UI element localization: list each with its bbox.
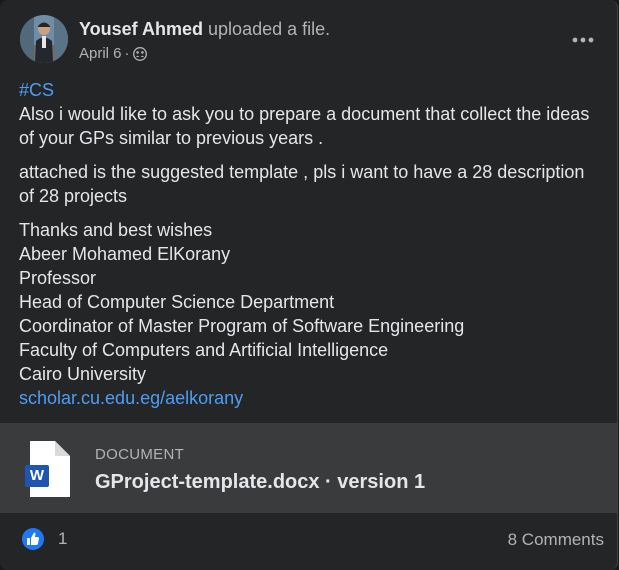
signature-line: Head of Computer Science Department — [19, 292, 335, 312]
word-icon-letter: W — [29, 467, 45, 484]
signature-line: Coordinator of Master Program of Softwar… — [19, 316, 465, 336]
post-footer: 1 8 Comments — [0, 513, 617, 570]
reactions-summary[interactable]: 1 — [22, 528, 67, 550]
hashtag-link[interactable]: #CS — [19, 78, 601, 102]
signature-block: Thanks and best wishes Abeer Mohamed ElK… — [19, 218, 601, 410]
post-action: uploaded a file. — [208, 19, 331, 39]
post-meta: April 6 · — [79, 44, 147, 64]
signature-line: Faculty of Computers and Artificial Inte… — [19, 340, 389, 360]
signature-line: Cairo University — [19, 364, 147, 384]
signature-line: Abeer Mohamed ElKorany — [19, 244, 231, 264]
post-header: Yousef Ahmed uploaded a file. April 6 · — [20, 15, 601, 67]
avatar-photo — [20, 15, 68, 63]
meta-separator: · — [124, 45, 130, 62]
post-date[interactable]: April 6 — [79, 44, 122, 64]
signature-line: Thanks and best wishes — [19, 220, 213, 240]
document-attachment[interactable]: W DOCUMENT GProject-template.docx · vers… — [0, 423, 617, 513]
like-icon — [22, 528, 44, 550]
signature-line: Professor — [19, 268, 97, 288]
post-card: Yousef Ahmed uploaded a file. April 6 · — [0, 0, 618, 570]
post-paragraph: Also i would like to ask you to prepare … — [19, 104, 590, 148]
post-paragraph: attached is the suggested template , pls… — [19, 162, 585, 206]
comments-count-link[interactable]: 8 Comments — [508, 529, 604, 551]
avatar[interactable] — [20, 15, 68, 63]
group-audience-icon[interactable] — [132, 47, 147, 61]
profile-link[interactable]: scholar.cu.edu.eg/aelkorany — [19, 386, 601, 410]
post-title-line: Yousef Ahmed uploaded a file. — [79, 18, 330, 40]
attachment-title[interactable]: GProject-template.docx · version 1 — [95, 469, 425, 495]
reaction-count: 1 — [58, 529, 68, 548]
more-options-icon — [572, 37, 594, 43]
attachment-type-label: DOCUMENT — [95, 446, 185, 463]
post-body: #CS Also i would like to ask you to prep… — [19, 78, 601, 410]
author-name[interactable]: Yousef Ahmed — [79, 19, 203, 39]
more-options-button[interactable] — [565, 27, 601, 53]
